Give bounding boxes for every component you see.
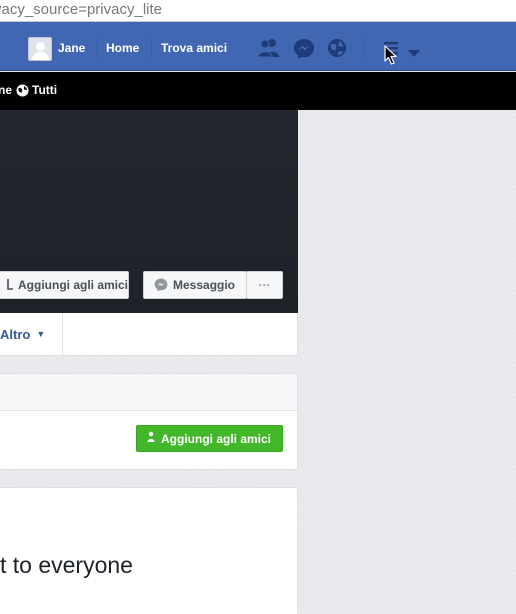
add-friend-label: Aggiungi agli amici bbox=[18, 278, 129, 292]
address-bar-text: vacy_source=privacy_lite bbox=[0, 1, 162, 18]
avatar[interactable] bbox=[28, 37, 52, 61]
tab-more-label: Altro bbox=[0, 327, 31, 342]
account-menu-caret-icon[interactable] bbox=[408, 45, 420, 63]
address-bar[interactable]: vacy_source=privacy_lite bbox=[0, 0, 516, 22]
messenger-icon[interactable] bbox=[293, 38, 315, 65]
add-friend-card bbox=[0, 373, 298, 470]
tab-more[interactable]: Altro ▼ bbox=[0, 327, 45, 342]
profile-link[interactable]: Jane bbox=[58, 41, 85, 55]
find-friends-link[interactable]: Trova amici bbox=[161, 41, 227, 55]
message-button[interactable]: Messaggio bbox=[143, 271, 247, 299]
card-header bbox=[0, 374, 297, 411]
notifications-globe-icon[interactable] bbox=[327, 38, 347, 63]
top-navigation-bar: Jane Home Trova amici bbox=[0, 22, 516, 71]
more-options-icon: ··· bbox=[258, 278, 271, 292]
tab-divider bbox=[62, 313, 63, 355]
mouse-cursor-icon bbox=[384, 45, 397, 70]
friend-requests-icon[interactable] bbox=[257, 38, 281, 63]
chevron-down-icon: ▼ bbox=[36, 329, 46, 339]
post-card: t to everyone bbox=[0, 487, 298, 614]
more-options-button[interactable]: ··· bbox=[246, 271, 283, 299]
add-friend-button[interactable]: Aggiungi agli amici bbox=[0, 271, 129, 299]
post-text: t to everyone bbox=[0, 552, 133, 578]
profile-tabs: Altro ▼ bbox=[0, 313, 298, 356]
add-friend-icon bbox=[7, 278, 14, 293]
nav-divider bbox=[97, 39, 98, 59]
globe-icon bbox=[16, 84, 29, 100]
message-label: Messaggio bbox=[173, 278, 236, 292]
add-friend-icon bbox=[147, 431, 156, 446]
add-friend-primary-button[interactable]: Aggiungi agli amici bbox=[136, 425, 283, 452]
nav-divider bbox=[151, 39, 152, 59]
privacy-view-as-bar: ne Tutti bbox=[0, 72, 516, 110]
audience-selector[interactable]: Tutti bbox=[32, 83, 57, 97]
privacy-bar-text-fragment: ne bbox=[0, 83, 13, 97]
messenger-icon bbox=[154, 278, 168, 292]
home-link[interactable]: Home bbox=[106, 41, 139, 55]
add-friend-primary-label: Aggiungi agli amici bbox=[161, 431, 272, 446]
nav-divider bbox=[363, 39, 364, 59]
